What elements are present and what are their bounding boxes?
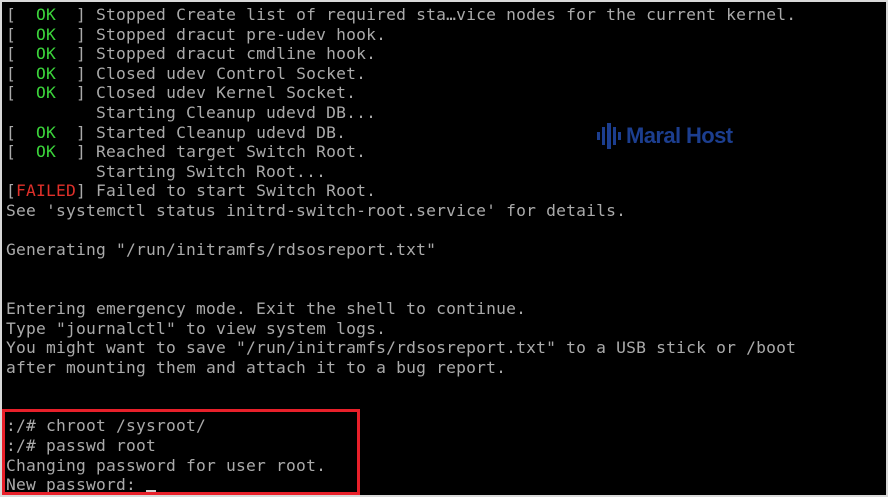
status-line: [FAILED] Failed to start Switch Root. bbox=[6, 181, 884, 201]
console-line: Type "journalctl" to view system logs. bbox=[6, 319, 884, 339]
line-text: Type "journalctl" to view system logs. bbox=[6, 318, 387, 338]
status-line: [ OK ] Started Cleanup udevd DB. bbox=[6, 123, 884, 143]
status-bracket-open: [ bbox=[6, 122, 17, 142]
status-bracket-close: ] bbox=[76, 24, 87, 44]
line-text: Starting Cleanup udevd DB... bbox=[6, 102, 377, 122]
console-line: Generating "/run/initramfs/rdsosreport.t… bbox=[6, 240, 884, 260]
status-message: Stopped Create list of required sta…vice… bbox=[86, 5, 797, 24]
status-ok: OK bbox=[16, 24, 77, 44]
status-bracket-open: [ bbox=[6, 63, 17, 83]
watermark: Maral Host bbox=[596, 122, 733, 150]
console-line: Starting Cleanup udevd DB... bbox=[6, 103, 884, 123]
status-failed: FAILED bbox=[16, 181, 77, 201]
status-bracket-close: ] bbox=[76, 44, 87, 64]
line-text: after mounting them and attach it to a b… bbox=[6, 357, 507, 377]
status-line: [ OK ] Closed udev Control Socket. bbox=[6, 64, 884, 84]
line-text: :/# chroot /sysroot/ bbox=[6, 416, 207, 436]
status-ok: OK bbox=[16, 122, 77, 142]
status-message: Stopped dracut cmdline hook. bbox=[86, 44, 377, 64]
line-text: Starting Switch Root... bbox=[6, 161, 327, 181]
status-bracket-close: ] bbox=[76, 181, 87, 201]
line-text: Changing password for user root. bbox=[6, 455, 327, 475]
password-prompt-line[interactable]: New password: bbox=[6, 475, 884, 495]
line-text: :/# passwd root bbox=[6, 436, 157, 456]
status-ok: OK bbox=[16, 63, 77, 83]
status-ok: OK bbox=[16, 5, 77, 24]
line-text: Entering emergency mode. Exit the shell … bbox=[6, 298, 527, 318]
status-message: Stopped dracut pre-udev hook. bbox=[86, 24, 387, 44]
watermark-text: Maral Host bbox=[626, 123, 733, 148]
status-bracket-open: [ bbox=[6, 24, 17, 44]
status-line: [ OK ] Stopped dracut pre-udev hook. bbox=[6, 25, 884, 45]
status-bracket-open: [ bbox=[6, 44, 17, 64]
status-bracket-close: ] bbox=[76, 63, 87, 83]
status-ok: OK bbox=[16, 83, 77, 103]
console-line: You might want to save "/run/initramfs/r… bbox=[6, 338, 884, 358]
status-ok: OK bbox=[16, 142, 77, 162]
status-message: Started Cleanup udevd DB. bbox=[86, 122, 347, 142]
password-prompt-label: New password: bbox=[6, 475, 147, 495]
status-bracket-close: ] bbox=[76, 142, 87, 162]
console-line: Changing password for user root. bbox=[6, 456, 884, 476]
console-line: Entering emergency mode. Exit the shell … bbox=[6, 299, 884, 319]
console-line: after mounting them and attach it to a b… bbox=[6, 358, 884, 378]
status-bracket-open: [ bbox=[6, 5, 17, 24]
status-bracket-close: ] bbox=[76, 83, 87, 103]
status-bracket-close: ] bbox=[76, 122, 87, 142]
status-line: [ OK ] Stopped dracut cmdline hook. bbox=[6, 44, 884, 64]
status-message: Closed udev Control Socket. bbox=[86, 63, 367, 83]
text-cursor[interactable] bbox=[146, 490, 157, 493]
maral-host-logo-icon bbox=[597, 123, 621, 149]
line-text: See 'systemctl status initrd-switch-root… bbox=[6, 200, 627, 220]
console-screen: [ OK ] Stopped Create list of required s… bbox=[0, 0, 888, 497]
status-line: [ OK ] Closed udev Kernel Socket. bbox=[6, 83, 884, 103]
status-line: [ OK ] Reached target Switch Root. bbox=[6, 142, 884, 162]
status-message: Failed to start Switch Root. bbox=[86, 181, 377, 201]
line-text: Generating "/run/initramfs/rdsosreport.t… bbox=[6, 240, 437, 260]
status-line: [ OK ] Stopped Create list of required s… bbox=[6, 5, 884, 25]
line-text: You might want to save "/run/initramfs/r… bbox=[6, 338, 797, 358]
console-line: :/# chroot /sysroot/ bbox=[6, 416, 884, 436]
status-bracket-open: [ bbox=[6, 181, 17, 201]
status-bracket-close: ] bbox=[76, 5, 87, 24]
status-message: Reached target Switch Root. bbox=[86, 142, 367, 162]
console-line: Starting Switch Root... bbox=[6, 162, 884, 182]
console-line: See 'systemctl status initrd-switch-root… bbox=[6, 201, 884, 221]
status-bracket-open: [ bbox=[6, 83, 17, 103]
console-line: :/# passwd root bbox=[6, 436, 884, 456]
status-ok: OK bbox=[16, 44, 77, 64]
terminal-output: [ OK ] Stopped Create list of required s… bbox=[6, 5, 884, 495]
status-message: Closed udev Kernel Socket. bbox=[86, 83, 357, 103]
status-bracket-open: [ bbox=[6, 142, 17, 162]
